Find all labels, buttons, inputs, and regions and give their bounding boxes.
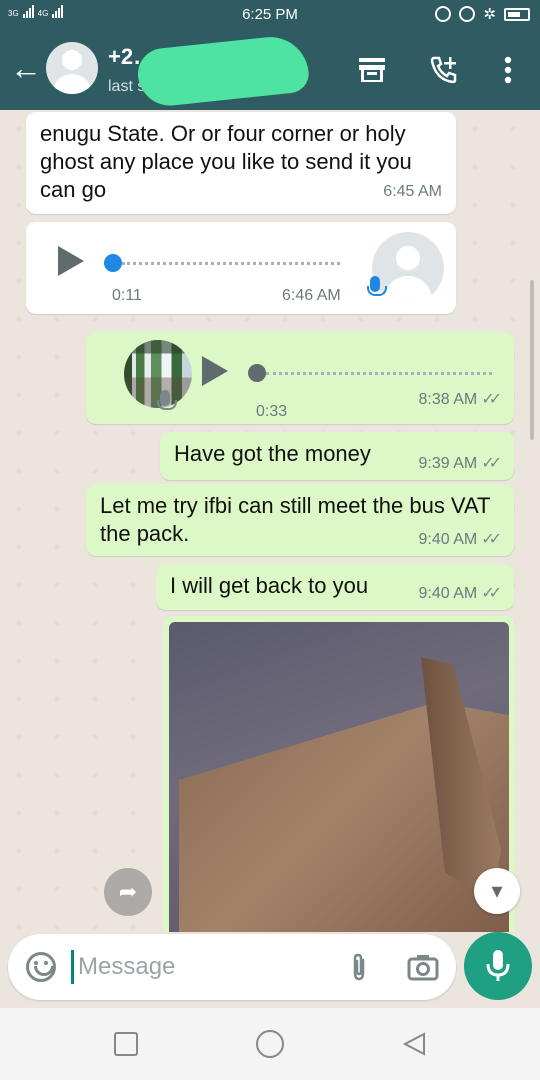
forward-icon[interactable]: ➦ [104, 868, 152, 916]
voice-track[interactable] [122, 262, 340, 265]
mic-icon [367, 276, 387, 296]
play-icon[interactable] [202, 356, 228, 386]
attach-icon[interactable] [344, 950, 374, 984]
message-bubble-incoming[interactable]: enugu State. Or or four corner or holy g… [26, 112, 456, 214]
seek-knob[interactable] [248, 364, 266, 382]
scroll-down-icon[interactable]: ▾ [474, 868, 520, 914]
voice-duration: 0:11 [112, 287, 142, 304]
store-icon[interactable] [354, 52, 390, 88]
scrollbar[interactable] [530, 280, 534, 440]
back-arrow-icon[interactable]: ← [10, 50, 42, 86]
message-meta: 9:40 AM ✓✓ [418, 526, 502, 554]
message-time: 9:40 AM [418, 585, 478, 602]
image-message-outgoing[interactable] [163, 616, 515, 932]
status-bar: 3G 4G 6:25 PM ✲ [0, 0, 540, 30]
mic-icon [157, 390, 177, 410]
double-check-icon: ✓✓ [481, 391, 502, 408]
message-photo[interactable] [169, 622, 509, 932]
message-meta: 9:39 AM ✓✓ [418, 450, 502, 478]
home-button[interactable] [256, 1030, 284, 1058]
back-button[interactable] [402, 1032, 426, 1056]
emoji-icon[interactable] [26, 952, 56, 982]
message-input-container[interactable] [8, 934, 456, 1000]
battery-icon [504, 7, 530, 21]
composer [0, 932, 540, 1008]
bluetooth-icon: ✲ [483, 6, 496, 23]
more-vert-icon[interactable] [490, 52, 526, 88]
message-time: 6:45 AM [383, 183, 442, 200]
mic-icon [486, 950, 510, 981]
text-cursor [71, 950, 74, 984]
chat-messages[interactable]: enugu State. Or or four corner or holy g… [0, 110, 540, 932]
voice-duration: 0:33 [256, 403, 288, 420]
message-text: enugu State. Or or four corner or holy g… [40, 121, 412, 202]
message-time: 8:38 AM [418, 391, 478, 408]
message-time: 9:39 AM [418, 455, 478, 472]
message-input[interactable] [78, 946, 318, 988]
double-check-icon: ✓✓ [481, 531, 502, 548]
message-bubble-outgoing[interactable]: I will get back to you 9:40 AM ✓✓ [156, 564, 514, 610]
message-time: 9:40 AM [418, 531, 478, 548]
message-meta: 9:40 AM ✓✓ [418, 580, 502, 608]
alarm-icon [459, 6, 476, 22]
double-check-icon: ✓✓ [481, 455, 502, 472]
voice-track[interactable] [266, 372, 492, 375]
camera-icon[interactable] [406, 950, 440, 984]
recents-button[interactable] [114, 1032, 138, 1056]
message-bubble-outgoing[interactable]: Have got the money 9:39 AM ✓✓ [160, 432, 514, 480]
chat-header: ← +2………………5 last seen today at 7:56 PM [0, 30, 540, 110]
double-check-icon: ✓✓ [481, 585, 502, 602]
voice-sender-photo [124, 340, 192, 408]
add-call-icon[interactable] [426, 52, 462, 88]
play-icon[interactable] [58, 246, 84, 276]
message-time: 6:46 AM [282, 287, 341, 304]
message-bubble-outgoing[interactable]: Let me try ifbi can still meet the bus V… [86, 484, 514, 556]
seek-knob[interactable] [104, 254, 122, 272]
message-meta: 8:38 AM ✓✓ [418, 386, 502, 414]
system-nav-bar [0, 1008, 540, 1080]
status-icons: ✲ [435, 5, 530, 23]
mic-button[interactable] [464, 932, 532, 1000]
lock-icon [435, 6, 452, 22]
voice-message-incoming[interactable]: 0:11 6:46 AM [26, 222, 456, 314]
avatar[interactable] [46, 42, 98, 94]
